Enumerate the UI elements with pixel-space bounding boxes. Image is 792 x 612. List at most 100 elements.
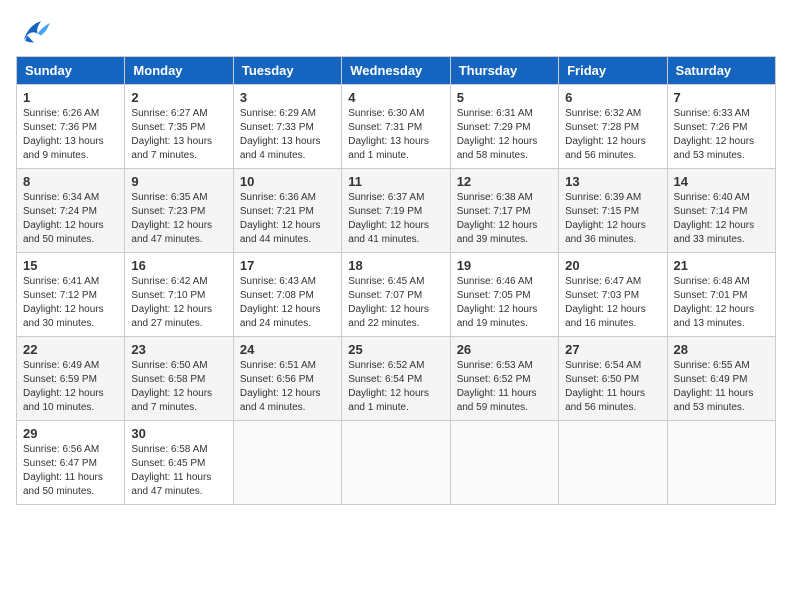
calendar-day-cell: 21Sunrise: 6:48 AM Sunset: 7:01 PM Dayli…	[667, 253, 775, 337]
day-number: 20	[565, 258, 660, 273]
calendar-week-3: 15 Sunrise: 6:41 AM Sunset: 7:12 PM Dayli…	[17, 253, 776, 337]
calendar-table: SundayMondayTuesdayWednesdayThursdayFrid…	[16, 56, 776, 505]
day-info: Sunrise: 6:49 AM Sunset: 6:59 PM Dayligh…	[23, 359, 118, 415]
calendar-day-cell: 30 Sunrise: 6:58 AM Sunset: 6:45 PM Dayli…	[125, 421, 233, 505]
day-info: Sunrise: 6:31 AM Sunset: 7:29 PM Dayligh…	[457, 107, 552, 163]
day-info: Sunrise: 6:33 AM Sunset: 7:26 PM Dayligh…	[674, 107, 769, 163]
calendar-day-cell: 11 Sunrise: 6:37 AM Sunset: 7:19 PM Dayli…	[342, 169, 450, 253]
calendar-day-cell: 7Sunrise: 6:33 AM Sunset: 7:26 PM Daylig…	[667, 85, 775, 169]
weekday-header-tuesday: Tuesday	[233, 57, 341, 85]
day-info: Sunrise: 6:26 AM Sunset: 7:36 PM Dayligh…	[23, 107, 118, 163]
calendar-day-cell	[559, 421, 667, 505]
day-info: Sunrise: 6:58 AM Sunset: 6:45 PM Dayligh…	[131, 443, 226, 499]
day-info: Sunrise: 6:46 AM Sunset: 7:05 PM Dayligh…	[457, 275, 552, 331]
calendar-day-cell	[342, 421, 450, 505]
day-info: Sunrise: 6:48 AM Sunset: 7:01 PM Dayligh…	[674, 275, 769, 331]
logo-icon	[16, 16, 52, 46]
day-number: 16	[131, 258, 226, 273]
day-number: 4	[348, 90, 443, 105]
weekday-header-sunday: Sunday	[17, 57, 125, 85]
day-number: 30	[131, 426, 226, 441]
day-number: 9	[131, 174, 226, 189]
calendar-day-cell: 12Sunrise: 6:38 AM Sunset: 7:17 PM Dayli…	[450, 169, 558, 253]
calendar-day-cell: 26 Sunrise: 6:53 AM Sunset: 6:52 PM Dayli…	[450, 337, 558, 421]
day-info: Sunrise: 6:47 AM Sunset: 7:03 PM Dayligh…	[565, 275, 660, 331]
day-info: Sunrise: 6:29 AM Sunset: 7:33 PM Dayligh…	[240, 107, 335, 163]
weekday-header-monday: Monday	[125, 57, 233, 85]
calendar-day-cell: 23 Sunrise: 6:50 AM Sunset: 6:58 PM Dayli…	[125, 337, 233, 421]
calendar-day-cell: 20 Sunrise: 6:47 AM Sunset: 7:03 PM Dayli…	[559, 253, 667, 337]
day-info: Sunrise: 6:39 AM Sunset: 7:15 PM Dayligh…	[565, 191, 660, 247]
day-number: 3	[240, 90, 335, 105]
day-number: 19	[457, 258, 552, 273]
day-info: Sunrise: 6:37 AM Sunset: 7:19 PM Dayligh…	[348, 191, 443, 247]
weekday-header-thursday: Thursday	[450, 57, 558, 85]
calendar-week-5: 29Sunrise: 6:56 AM Sunset: 6:47 PM Dayli…	[17, 421, 776, 505]
calendar-day-cell: 1 Sunrise: 6:26 AM Sunset: 7:36 PM Daylig…	[17, 85, 125, 169]
weekday-header-saturday: Saturday	[667, 57, 775, 85]
day-info: Sunrise: 6:50 AM Sunset: 6:58 PM Dayligh…	[131, 359, 226, 415]
day-info: Sunrise: 6:34 AM Sunset: 7:24 PM Dayligh…	[23, 191, 118, 247]
calendar-day-cell: 6 Sunrise: 6:32 AM Sunset: 7:28 PM Daylig…	[559, 85, 667, 169]
calendar-day-cell: 14 Sunrise: 6:40 AM Sunset: 7:14 PM Dayli…	[667, 169, 775, 253]
day-info: Sunrise: 6:32 AM Sunset: 7:28 PM Dayligh…	[565, 107, 660, 163]
calendar-day-cell: 18Sunrise: 6:45 AM Sunset: 7:07 PM Dayli…	[342, 253, 450, 337]
logo	[16, 16, 56, 46]
day-number: 23	[131, 342, 226, 357]
calendar-day-cell: 15 Sunrise: 6:41 AM Sunset: 7:12 PM Dayli…	[17, 253, 125, 337]
calendar-day-cell: 10Sunrise: 6:36 AM Sunset: 7:21 PM Dayli…	[233, 169, 341, 253]
day-number: 10	[240, 174, 335, 189]
day-number: 28	[674, 342, 769, 357]
day-info: Sunrise: 6:27 AM Sunset: 7:35 PM Dayligh…	[131, 107, 226, 163]
day-info: Sunrise: 6:55 AM Sunset: 6:49 PM Dayligh…	[674, 359, 769, 415]
calendar-body: 1 Sunrise: 6:26 AM Sunset: 7:36 PM Daylig…	[17, 85, 776, 505]
calendar-week-4: 22 Sunrise: 6:49 AM Sunset: 6:59 PM Dayli…	[17, 337, 776, 421]
day-info: Sunrise: 6:41 AM Sunset: 7:12 PM Dayligh…	[23, 275, 118, 331]
day-number: 5	[457, 90, 552, 105]
day-number: 1	[23, 90, 118, 105]
calendar-day-cell: 25 Sunrise: 6:52 AM Sunset: 6:54 PM Dayli…	[342, 337, 450, 421]
day-number: 8	[23, 174, 118, 189]
calendar-day-cell: 5 Sunrise: 6:31 AM Sunset: 7:29 PM Daylig…	[450, 85, 558, 169]
calendar-day-cell: 2 Sunrise: 6:27 AM Sunset: 7:35 PM Daylig…	[125, 85, 233, 169]
day-number: 14	[674, 174, 769, 189]
day-number: 6	[565, 90, 660, 105]
calendar-day-cell: 28 Sunrise: 6:55 AM Sunset: 6:49 PM Dayli…	[667, 337, 775, 421]
calendar-day-cell: 13 Sunrise: 6:39 AM Sunset: 7:15 PM Dayli…	[559, 169, 667, 253]
day-info: Sunrise: 6:42 AM Sunset: 7:10 PM Dayligh…	[131, 275, 226, 331]
day-number: 17	[240, 258, 335, 273]
day-info: Sunrise: 6:30 AM Sunset: 7:31 PM Dayligh…	[348, 107, 443, 163]
day-info: Sunrise: 6:40 AM Sunset: 7:14 PM Dayligh…	[674, 191, 769, 247]
day-info: Sunrise: 6:53 AM Sunset: 6:52 PM Dayligh…	[457, 359, 552, 415]
day-number: 11	[348, 174, 443, 189]
calendar-day-cell: 29Sunrise: 6:56 AM Sunset: 6:47 PM Dayli…	[17, 421, 125, 505]
day-info: Sunrise: 6:38 AM Sunset: 7:17 PM Dayligh…	[457, 191, 552, 247]
weekday-header-wednesday: Wednesday	[342, 57, 450, 85]
day-number: 24	[240, 342, 335, 357]
day-info: Sunrise: 6:35 AM Sunset: 7:23 PM Dayligh…	[131, 191, 226, 247]
day-number: 22	[23, 342, 118, 357]
calendar-week-1: 1 Sunrise: 6:26 AM Sunset: 7:36 PM Daylig…	[17, 85, 776, 169]
calendar-day-cell: 24Sunrise: 6:51 AM Sunset: 6:56 PM Dayli…	[233, 337, 341, 421]
calendar-header-row: SundayMondayTuesdayWednesdayThursdayFrid…	[17, 57, 776, 85]
day-number: 13	[565, 174, 660, 189]
calendar-day-cell: 16 Sunrise: 6:42 AM Sunset: 7:10 PM Dayli…	[125, 253, 233, 337]
calendar-day-cell: 4 Sunrise: 6:30 AM Sunset: 7:31 PM Daylig…	[342, 85, 450, 169]
calendar-day-cell: 27 Sunrise: 6:54 AM Sunset: 6:50 PM Dayli…	[559, 337, 667, 421]
day-number: 27	[565, 342, 660, 357]
weekday-header-friday: Friday	[559, 57, 667, 85]
day-info: Sunrise: 6:54 AM Sunset: 6:50 PM Dayligh…	[565, 359, 660, 415]
day-number: 26	[457, 342, 552, 357]
day-number: 15	[23, 258, 118, 273]
day-number: 29	[23, 426, 118, 441]
day-number: 25	[348, 342, 443, 357]
calendar-day-cell: 19 Sunrise: 6:46 AM Sunset: 7:05 PM Dayli…	[450, 253, 558, 337]
calendar-day-cell: 22 Sunrise: 6:49 AM Sunset: 6:59 PM Dayli…	[17, 337, 125, 421]
day-info: Sunrise: 6:52 AM Sunset: 6:54 PM Dayligh…	[348, 359, 443, 415]
calendar-day-cell	[233, 421, 341, 505]
calendar-week-2: 8 Sunrise: 6:34 AM Sunset: 7:24 PM Daylig…	[17, 169, 776, 253]
day-number: 2	[131, 90, 226, 105]
day-number: 18	[348, 258, 443, 273]
calendar-day-cell: 8 Sunrise: 6:34 AM Sunset: 7:24 PM Daylig…	[17, 169, 125, 253]
calendar-day-cell	[667, 421, 775, 505]
